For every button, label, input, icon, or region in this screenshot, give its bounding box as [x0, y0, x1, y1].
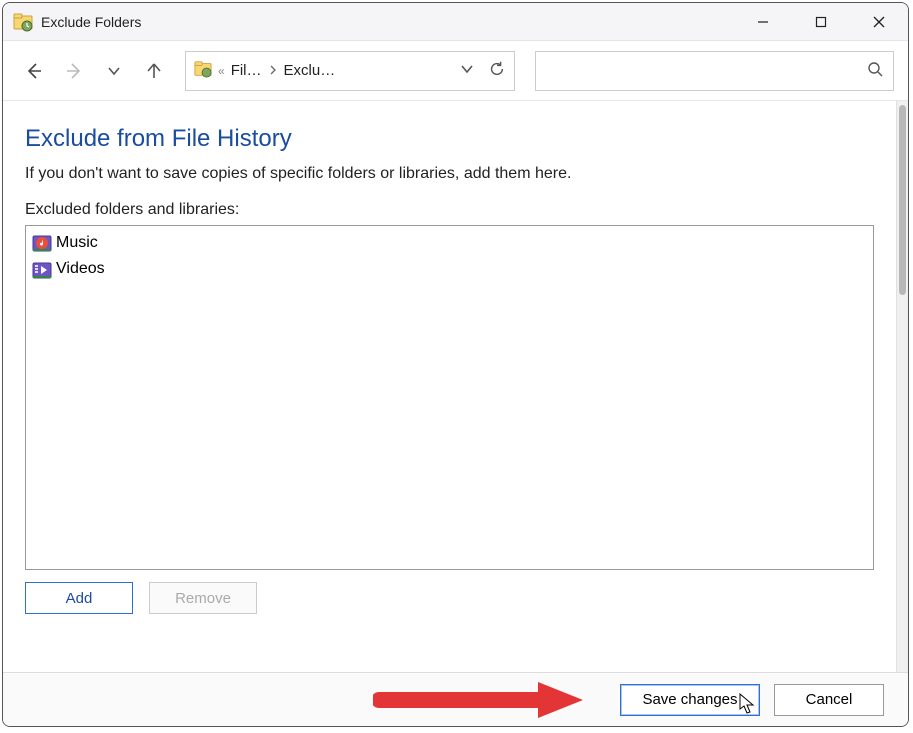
maximize-button[interactable] — [792, 3, 850, 40]
window-title: Exclude Folders — [41, 14, 141, 30]
videos-library-icon — [32, 260, 52, 280]
list-item[interactable]: Videos — [30, 256, 869, 282]
nav-toolbar: « Fil… Exclu… — [3, 41, 908, 101]
up-button[interactable] — [137, 54, 171, 88]
page-title: Exclude from File History — [25, 125, 874, 153]
chevron-right-icon — [268, 64, 278, 78]
remove-button-label: Remove — [175, 590, 231, 607]
address-dropdown-button[interactable] — [460, 62, 474, 80]
list-label: Excluded folders and libraries: — [25, 201, 874, 219]
footer: Save changes Cancel — [3, 672, 908, 726]
window-controls — [734, 3, 908, 40]
cancel-label: Cancel — [806, 691, 853, 708]
annotation-arrow — [373, 680, 583, 720]
music-library-icon — [32, 233, 52, 253]
window: Exclude Folders — [2, 2, 909, 727]
breadcrumb-prefix: « — [218, 64, 225, 78]
content-panel: Exclude from File History If you don't w… — [3, 101, 896, 672]
refresh-button[interactable] — [488, 60, 506, 82]
vertical-scrollbar[interactable] — [896, 101, 908, 672]
list-item-label: Videos — [56, 258, 105, 280]
list-item[interactable]: Music — [30, 230, 869, 256]
scrollbar-thumb[interactable] — [899, 105, 906, 295]
recent-locations-button[interactable] — [97, 54, 131, 88]
save-changes-button[interactable]: Save changes — [620, 684, 760, 716]
save-changes-label: Save changes — [642, 691, 737, 708]
minimize-button[interactable] — [734, 3, 792, 40]
breadcrumb-item-1[interactable]: Fil… — [231, 62, 262, 79]
close-button[interactable] — [850, 3, 908, 40]
content-area: Exclude from File History If you don't w… — [3, 101, 908, 672]
list-item-label: Music — [56, 232, 98, 254]
address-folder-icon — [194, 60, 212, 82]
cursor-icon — [739, 693, 757, 715]
remove-button: Remove — [149, 582, 257, 614]
breadcrumb-item-2[interactable]: Exclu… — [284, 62, 336, 79]
search-box[interactable] — [535, 51, 894, 91]
address-bar[interactable]: « Fil… Exclu… — [185, 51, 515, 91]
app-icon — [13, 12, 33, 32]
page-subtitle: If you don't want to save copies of spec… — [25, 165, 874, 183]
list-buttons: Add Remove — [25, 582, 874, 614]
excluded-list[interactable]: Music Videos — [25, 225, 874, 570]
search-icon — [867, 61, 883, 81]
add-button-label: Add — [66, 590, 93, 607]
add-button[interactable]: Add — [25, 582, 133, 614]
titlebar: Exclude Folders — [3, 3, 908, 41]
forward-button[interactable] — [57, 54, 91, 88]
cancel-button[interactable]: Cancel — [774, 684, 884, 716]
back-button[interactable] — [17, 54, 51, 88]
